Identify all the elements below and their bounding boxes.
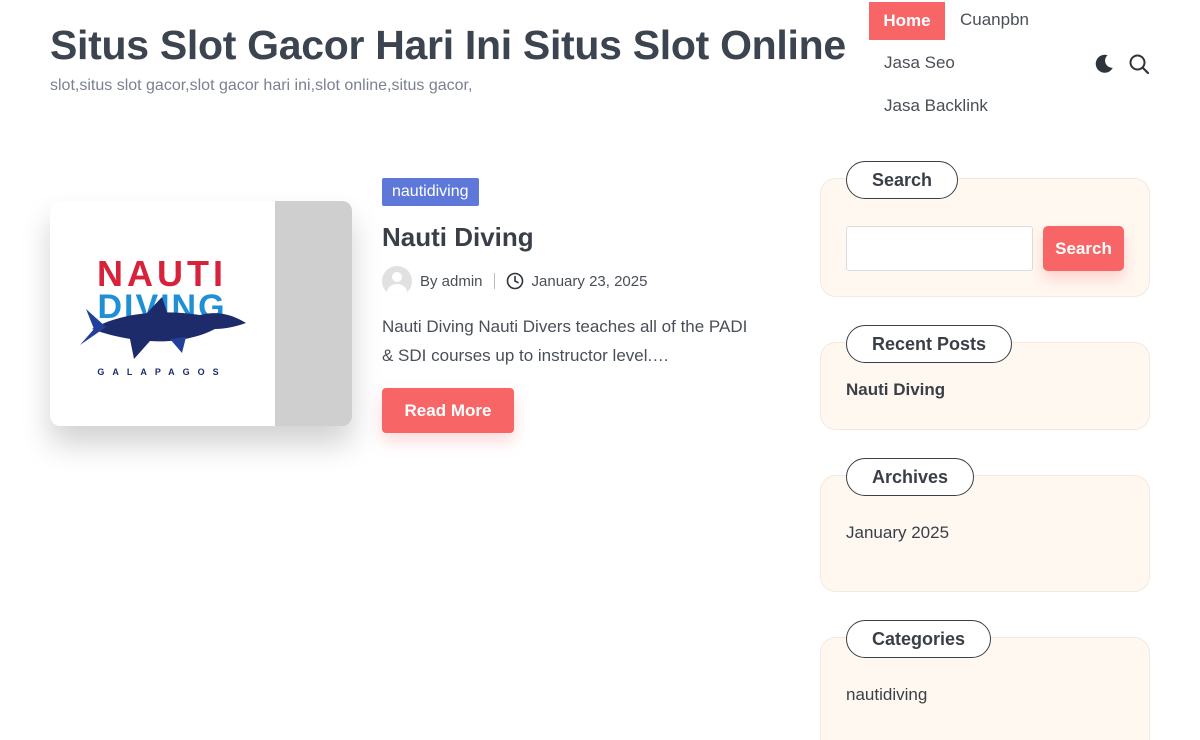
read-more-button[interactable]: Read More: [382, 388, 514, 433]
post-date[interactable]: January 23, 2025: [532, 273, 648, 290]
widget-title-archives: Archives: [846, 458, 975, 496]
search-icon[interactable]: [1128, 53, 1152, 77]
search-button[interactable]: Search: [1043, 226, 1124, 271]
site-tagline: slot,situs slot gacor,slot gacor hari in…: [50, 77, 473, 94]
widget-title-search: Search: [846, 161, 959, 199]
recent-post-link[interactable]: Nauti Diving: [846, 380, 945, 400]
site-title[interactable]: Situs Slot Gacor Hari Ini Situs Slot Onl…: [50, 22, 846, 69]
archive-link[interactable]: January 2025: [846, 523, 949, 543]
post-excerpt: Nauti Diving Nauti Divers teaches all of…: [382, 317, 748, 365]
svg-text:GALAPAGOS: GALAPAGOS: [97, 367, 226, 377]
nav-item-home[interactable]: Home: [869, 2, 945, 40]
category-link[interactable]: nautidiving: [846, 685, 927, 705]
widget-title-recent-posts: Recent Posts: [846, 325, 1013, 363]
post-meta: By admin January 23, 2025: [382, 266, 647, 296]
widget-title-categories: Categories: [846, 620, 992, 658]
meta-divider: [493, 273, 495, 289]
moon-icon[interactable]: [1092, 52, 1116, 76]
post-thumbnail[interactable]: NAUTI DIVING GALAPAGOS: [50, 201, 352, 426]
clock-icon: [506, 272, 523, 290]
category-badge[interactable]: nautidiving: [382, 178, 479, 206]
user-avatar-icon[interactable]: [382, 266, 412, 296]
search-input[interactable]: [846, 226, 1033, 271]
nauti-diving-logo: NAUTI DIVING GALAPAGOS: [50, 201, 275, 426]
post-title[interactable]: Nauti Diving: [382, 222, 534, 253]
nav-item-cuanpbn[interactable]: Cuanpbn: [960, 10, 1029, 30]
nav-item-jasa-backlink[interactable]: Jasa Backlink: [884, 96, 988, 116]
post-author[interactable]: By admin: [420, 273, 483, 290]
nav-item-jasa-seo[interactable]: Jasa Seo: [884, 53, 955, 73]
